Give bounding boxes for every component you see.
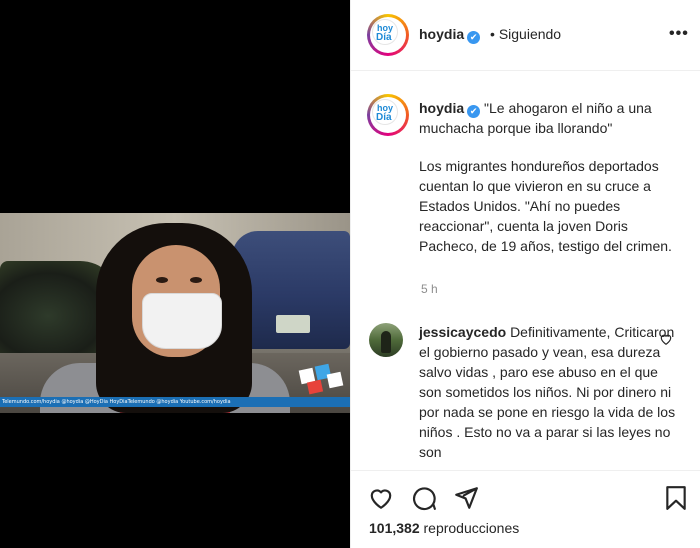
face-mask-shape	[142, 293, 222, 349]
logo-text-dia: Día	[376, 32, 392, 43]
account-avatar[interactable]: hoy Día	[367, 14, 409, 56]
avatar-logo: hoy Día	[372, 99, 398, 125]
post-side-panel: hoy Día hoydia ✔ • Siguiendo ••• hoy Día …	[350, 0, 700, 548]
avatar-logo: hoy Día	[372, 19, 398, 45]
caption-heading: hoydia ✔ "Le ahogaron el niño a una mucha…	[419, 98, 689, 138]
action-bar: 101,382 reproducciones	[351, 470, 700, 548]
header-username-link[interactable]: hoydia	[419, 26, 464, 42]
more-horizontal-icon[interactable]: •••	[669, 25, 689, 43]
instagram-post-view: Telemundo.com/hoydia @hoydia @HoyDia Hoy…	[0, 0, 700, 548]
video-frame[interactable]: Telemundo.com/hoydia @hoydia @HoyDia Hoy…	[0, 213, 350, 413]
license-plate-shape	[276, 315, 310, 333]
caption-avatar[interactable]: hoy Día	[367, 94, 409, 136]
comments-scroll-area[interactable]: hoy Día hoydia ✔ "Le ahogaron el niño a u…	[351, 72, 700, 470]
post-header: hoy Día hoydia ✔ • Siguiendo •••	[351, 0, 700, 71]
commenter-username-link[interactable]: jessicaycedo	[419, 324, 506, 340]
avatar-figure-shape	[381, 331, 391, 353]
caption-body: Los migrantes hondureños deportados cuen…	[419, 158, 672, 254]
caption-timestamp[interactable]: 5 h	[421, 282, 438, 296]
caption-username-link[interactable]: hoydia	[419, 100, 464, 116]
verified-badge-icon: ✔	[467, 105, 481, 118]
heart-icon[interactable]	[368, 485, 394, 511]
telemundo-logo-icon	[298, 363, 344, 395]
share-icon[interactable]	[453, 485, 479, 511]
comment-icon[interactable]	[411, 485, 437, 511]
eye-right-shape	[190, 277, 202, 283]
lower-third-ticker: Telemundo.com/hoydia @hoydia @HoyDia Hoy…	[0, 397, 350, 407]
views-count[interactable]: 101,382 reproducciones	[369, 520, 519, 536]
logo-text-dia: Día	[376, 112, 392, 123]
comment-like-heart-icon[interactable]	[659, 332, 673, 346]
comment-text-block: jessicaycedo Definitivamente, Criticaron…	[419, 322, 683, 462]
eye-left-shape	[156, 277, 168, 283]
bookmark-icon[interactable]	[663, 485, 689, 511]
verified-badge-icon: ✔	[467, 31, 481, 44]
video-player[interactable]: Telemundo.com/hoydia @hoydia @HoyDia Hoy…	[0, 0, 350, 548]
commenter-avatar[interactable]	[369, 323, 403, 357]
follow-separator: •	[490, 26, 495, 42]
following-button[interactable]: Siguiendo	[499, 26, 561, 42]
header-user-row: hoydia ✔ • Siguiendo	[419, 26, 561, 44]
comment-text: Definitivamente, Criticaron el gobierno …	[419, 324, 676, 460]
views-number: 101,382	[369, 520, 420, 536]
views-label: reproducciones	[423, 520, 520, 536]
